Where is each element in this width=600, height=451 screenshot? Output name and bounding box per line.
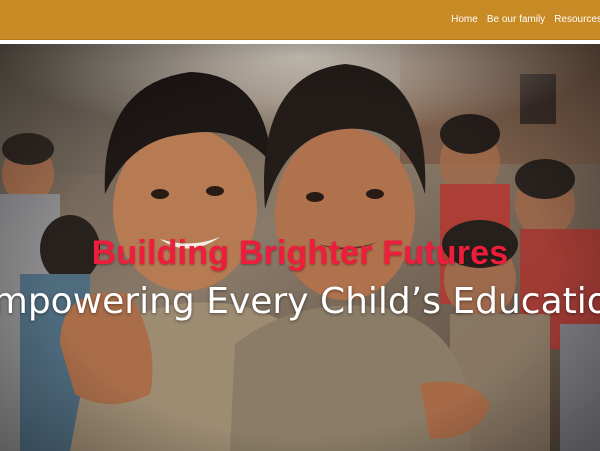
nav-link-home[interactable]: Home	[451, 14, 478, 25]
nav-link-resources[interactable]: Resources	[554, 14, 600, 25]
hero-title: Building Brighter Futures	[91, 234, 509, 272]
hero-subtitle: Empowering Every Child’s Education	[0, 281, 600, 322]
site-header: Home Be our family Resources	[0, 0, 600, 40]
hero-section: Building Brighter Futures Empowering Eve…	[0, 44, 600, 451]
main-nav: Home Be our family Resources	[451, 0, 600, 39]
nav-link-be-our-family[interactable]: Be our family	[487, 14, 545, 25]
